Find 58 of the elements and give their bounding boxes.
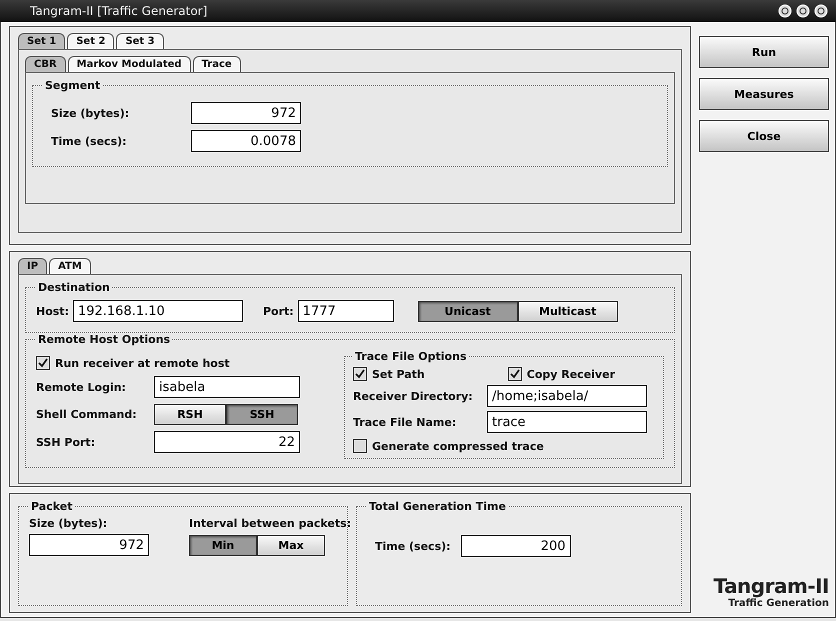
field-label: SSH Port: [36,436,96,448]
checkbox[interactable]: Copy Receiver [508,367,615,381]
input-field[interactable]: 22 [154,431,300,453]
field-label: Interval between packets: [189,517,352,530]
field-label: Time (secs): [374,540,451,552]
input-field[interactable]: 200 [460,535,571,557]
field-label: Port: [262,304,294,318]
toggle-button[interactable]: Max [257,535,325,556]
field-label: Receiver Directory: [353,390,474,402]
toggle-button[interactable]: Multicast [518,300,618,322]
group-title: Remote Host Options [37,333,172,346]
field-label: Size (bytes): [50,106,130,120]
check-icon [355,369,365,379]
checkbox[interactable]: Set Path [353,367,425,381]
group-title: Trace File Options [354,350,468,363]
toggle-button[interactable]: Min [189,535,257,556]
checkbox[interactable]: Run receiver at remote host [36,356,230,370]
toggle-button[interactable]: RSH [154,404,226,425]
check-icon [38,358,48,368]
logo-subtitle: Traffic Generation [728,598,829,609]
window-control-icon[interactable] [796,4,810,18]
group-title: Segment [44,79,102,92]
group-title: Destination [37,281,111,294]
action-button[interactable]: Run [699,36,829,68]
action-button[interactable]: Close [699,120,829,152]
field-label: Shell Command: [36,408,138,421]
tab[interactable]: Set 2 [67,33,114,49]
logo-title: Tangram-II [714,574,829,598]
window-control-icon[interactable] [778,4,792,18]
window-control-icon[interactable] [814,4,828,18]
field-label: Trace File Name: [353,416,458,428]
input-field[interactable]: 0.0078 [191,130,301,152]
toggle-button[interactable]: SSH [226,404,298,425]
field-label: Remote Login: [36,380,127,394]
tab[interactable]: Set 1 [18,33,66,49]
tab[interactable]: Markov Modulated [68,56,191,72]
tab[interactable]: Trace [192,56,241,72]
check-icon [510,369,520,379]
field-label: Size (bytes): [29,517,108,530]
tab[interactable]: CBR [25,56,66,72]
checkbox[interactable]: Generate compressed trace [353,439,544,453]
group-title: Packet [30,500,74,513]
window-title: Tangram-II [Traffic Generator] [30,4,208,18]
tab[interactable]: IP [18,258,48,274]
tab[interactable]: Set 3 [116,33,164,49]
action-button[interactable]: Measures [699,78,829,110]
input-field[interactable]: /home;isabela/ [487,385,647,407]
input-field[interactable]: isabela [154,376,300,398]
input-field[interactable]: 1777 [298,300,394,322]
tab[interactable]: ATM [49,258,91,274]
field-label: Host: [36,304,69,318]
input-field[interactable]: 192.168.1.10 [72,300,243,322]
toggle-button[interactable]: Unicast [418,300,518,322]
group-title: Total Generation Time [368,500,507,513]
input-field[interactable]: 972 [29,534,149,556]
input-field[interactable]: 972 [191,102,301,124]
input-field[interactable]: trace [487,411,647,433]
field-label: Time (secs): [50,134,128,148]
